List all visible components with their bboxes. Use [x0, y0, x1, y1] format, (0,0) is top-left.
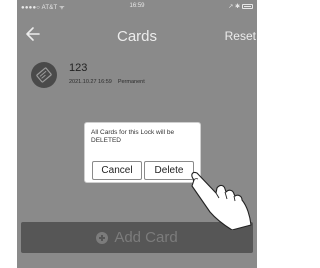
status-bar: ●●●●○ AT&T ᯤ 16:59 ↗ ✱: [17, 0, 257, 14]
dialog-message: All Cards for this Lock will be DELETED: [91, 129, 175, 144]
nav-bar: Cards Reset: [17, 18, 257, 52]
status-icons: ↗ ✱: [228, 4, 240, 10]
card-validity: Permanent: [117, 79, 145, 85]
add-card-label: Add Card: [114, 229, 178, 246]
card-meta: 2021.10.27 16:59 Permanent: [69, 79, 145, 85]
card-icon: [31, 62, 57, 88]
card-list-item[interactable]: 123 2021.10.27 16:59 Permanent: [17, 56, 257, 94]
page-title: Cards: [116, 28, 157, 45]
card-name: 123: [69, 62, 88, 74]
status-indicators: ↗ ✱: [228, 3, 253, 10]
card-datetime: 2021.10.27 16:59: [69, 79, 112, 85]
status-time: 16:59: [129, 3, 145, 9]
plus-circle-icon: [96, 231, 109, 244]
cancel-button[interactable]: Cancel: [92, 161, 142, 180]
battery-icon: [242, 4, 253, 9]
pointing-hand-icon: [191, 171, 252, 230]
reset-button[interactable]: Reset: [225, 29, 256, 43]
